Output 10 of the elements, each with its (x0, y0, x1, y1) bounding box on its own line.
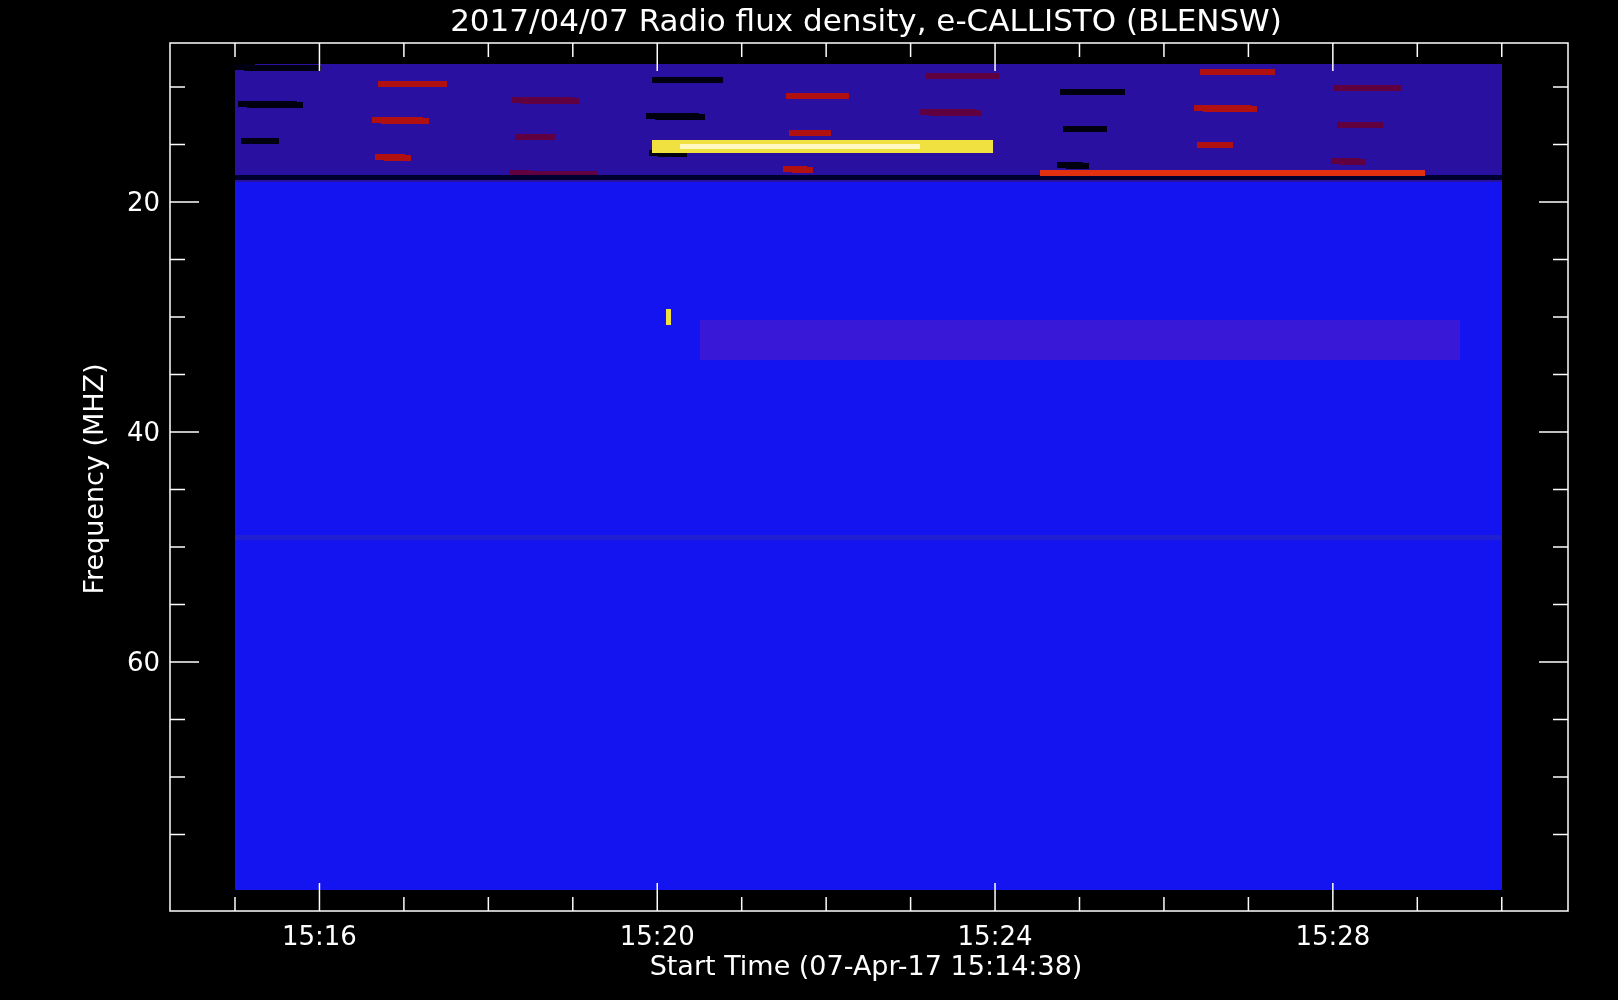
x-tick-label: 15:28 (1295, 921, 1371, 951)
y-tick-label: 60 (126, 647, 160, 677)
x-tick-label: 15:20 (619, 921, 695, 951)
x-tick-label: 15:24 (957, 921, 1033, 951)
y-tick-label: 20 (126, 187, 160, 217)
y-axis-label: Frequency (MHZ) (78, 363, 109, 595)
plot-title: 2017/04/07 Radio flux density, e-CALLISTO (BLENSW) (450, 2, 1282, 38)
y-tick-label: 40 (126, 417, 160, 447)
x-tick-label: 15:16 (282, 921, 357, 951)
x-axis-label: Start Time (07-Apr-17 15:14:38) (649, 950, 1083, 981)
